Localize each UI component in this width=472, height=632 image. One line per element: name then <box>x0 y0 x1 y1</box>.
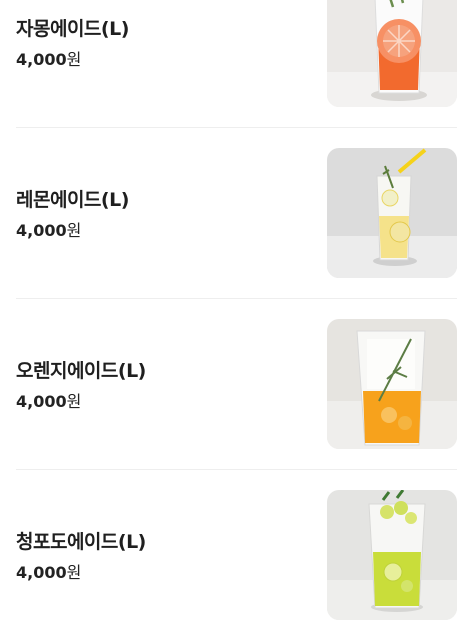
menu-item-name: 자몽에이드(L) <box>16 18 129 40</box>
menu-item-name: 오렌지에이드(L) <box>16 360 146 382</box>
menu-item-name: 레몬에이드(L) <box>16 189 129 211</box>
menu-item-price: 4,000원 <box>16 559 81 583</box>
price-value: 4,000 <box>16 392 67 411</box>
menu-item-green-grape-ade[interactable]: 청포도에이드(L) 4,000원 <box>16 490 457 620</box>
menu-item-name: 청포도에이드(L) <box>16 531 146 553</box>
price-value: 4,000 <box>16 50 67 69</box>
price-currency: 원 <box>66 563 82 582</box>
price-value: 4,000 <box>16 221 67 240</box>
menu-item-lemon-ade[interactable]: 레몬에이드(L) 4,000원 <box>16 148 457 278</box>
green-grape-ade-photo <box>327 490 457 620</box>
orange-ade-photo <box>327 319 457 449</box>
price-value: 4,000 <box>16 563 67 582</box>
divider <box>16 127 457 128</box>
menu-item-price: 4,000원 <box>16 217 81 241</box>
menu-item-price: 4,000원 <box>16 388 81 412</box>
menu-item-grapefruit-ade[interactable]: 자몽에이드(L) 4,000원 <box>16 0 457 107</box>
lemon-ade-photo <box>327 148 457 278</box>
price-currency: 원 <box>66 221 82 240</box>
divider <box>16 469 457 470</box>
divider <box>16 298 457 299</box>
price-currency: 원 <box>66 392 82 411</box>
menu-list: 자몽에이드(L) 4,000원 레몬에이드(L) 4,000원 오렌지에이드(L… <box>0 0 472 632</box>
price-currency: 원 <box>66 50 82 69</box>
menu-item-orange-ade[interactable]: 오렌지에이드(L) 4,000원 <box>16 319 457 449</box>
menu-item-price: 4,000원 <box>16 46 81 70</box>
grapefruit-ade-photo <box>327 0 457 107</box>
